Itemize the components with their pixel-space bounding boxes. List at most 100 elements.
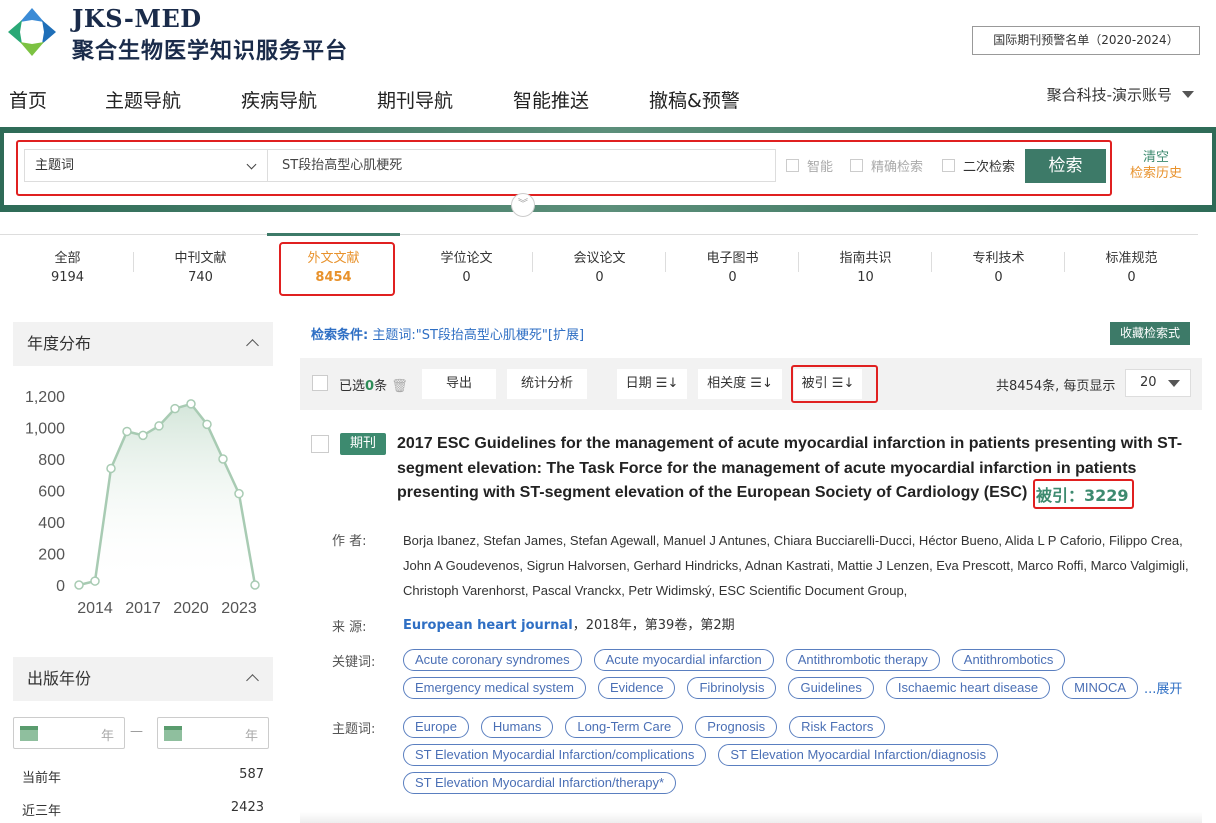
range-dash: — — [130, 724, 143, 739]
data-point — [250, 580, 260, 590]
x-tick-label: 2014 — [77, 600, 113, 617]
stat-value: 587 — [239, 767, 264, 782]
trash-icon[interactable]: 🗑 — [391, 379, 408, 394]
expand-keywords-link[interactable]: ...展开 — [1144, 678, 1182, 697]
double-chevron-down-icon[interactable]: ︾ — [511, 193, 535, 217]
selected-number: 0 — [365, 379, 375, 394]
tab-count: 0 — [1127, 270, 1136, 285]
authors-label: 作 者: — [332, 534, 367, 549]
y-tick-label: 200 — [38, 547, 65, 564]
select-all-checkbox[interactable] — [312, 375, 328, 391]
clear-history-link[interactable]: 清空 检索历史 — [1130, 150, 1182, 182]
history-label: 检索历史 — [1130, 166, 1183, 181]
pub-year-header[interactable]: 出版年份 — [13, 657, 273, 701]
export-button[interactable]: 导出 — [422, 369, 496, 399]
keyword-tag[interactable]: Emergency medical system — [403, 677, 586, 699]
tab-conference[interactable]: 会议论文 0 — [533, 247, 666, 285]
nav-disease[interactable]: 疾病导航 — [241, 86, 317, 113]
keyword-tag[interactable]: Antithrombotics — [951, 649, 1066, 671]
save-query-button[interactable]: 收藏检索式 — [1110, 322, 1190, 345]
nav-retraction[interactable]: 撤稿&预警 — [649, 86, 740, 113]
tab-label: 标准规范 — [1105, 251, 1158, 266]
journal-link[interactable]: European heart journal — [403, 618, 573, 633]
keyword-tag[interactable]: Guidelines — [788, 677, 874, 699]
year-distribution-chart: 0 200 400 600 800 1,000 1,200 2014 2017 2020 2023 — [25, 389, 260, 617]
chevron-up-icon[interactable] — [246, 674, 259, 687]
tab-count: 9194 — [50, 270, 85, 285]
sort-relevance-button[interactable]: 相关度 ☰↓ — [698, 369, 782, 399]
data-point — [170, 403, 180, 414]
keyword-tag[interactable]: Ischaemic heart disease — [885, 677, 1051, 699]
sort-date-button[interactable]: 日期 ☰↓ — [617, 369, 687, 399]
per-page-select[interactable]: 20 — [1125, 369, 1191, 397]
highlight-box — [1033, 479, 1134, 509]
keyword-tag[interactable]: Evidence — [597, 677, 676, 699]
subject-tag[interactable]: Humans — [480, 716, 554, 738]
tab-count: 10 — [857, 270, 874, 285]
tab-label: 学位论文 — [440, 251, 493, 266]
year-to-input[interactable]: 年 — [157, 717, 269, 749]
data-point — [234, 488, 244, 499]
item-checkbox[interactable] — [311, 435, 329, 453]
nav-home[interactable]: 首页 — [9, 86, 47, 113]
clear-label: 清空 — [1143, 150, 1170, 165]
keyword-tag[interactable]: Fibrinolysis — [687, 677, 777, 699]
data-point — [154, 421, 164, 431]
next-item-edge — [300, 812, 1202, 823]
subject-tag[interactable]: Long-Term Care — [565, 716, 684, 738]
per-page-value: 20 — [1140, 375, 1157, 390]
tab-count: 0 — [994, 270, 1003, 285]
total-count: 共8454条, 每页显示 — [996, 379, 1116, 394]
account-name: 聚合科技-演示账号 — [1046, 86, 1172, 104]
keyword-tag[interactable]: MINOCA — [1062, 677, 1139, 699]
data-point — [202, 419, 212, 430]
selected-count: 已选0条 🗑 — [339, 375, 408, 394]
keyword-tag[interactable]: Antithrombotic therapy — [785, 649, 940, 671]
stat-current-year[interactable]: 当前年 587 — [22, 767, 264, 786]
tab-ebook[interactable]: 电子图书 0 — [666, 247, 799, 285]
source-label: 来 源: — [332, 620, 367, 635]
tab-chinese[interactable]: 中刊文献 740 — [134, 247, 267, 285]
keyword-tag[interactable]: Acute myocardial infarction — [593, 649, 774, 671]
tab-patent[interactable]: 专利技术 0 — [932, 247, 1065, 285]
authors-list[interactable]: Borja Ibanez, Stefan James, Stefan Agewa… — [403, 528, 1193, 603]
y-tick-label: 0 — [56, 578, 65, 595]
subject-tag[interactable]: Prognosis — [695, 716, 778, 738]
stat-label: 当前年 — [22, 771, 62, 786]
x-tick-label: 2020 — [173, 600, 209, 617]
chevron-down-icon — [1168, 380, 1180, 387]
tab-label: 中刊文献 — [174, 251, 227, 266]
data-point — [186, 399, 196, 409]
chevron-up-icon[interactable] — [246, 339, 259, 352]
tab-label: 专利技术 — [972, 251, 1025, 266]
subject-tag[interactable]: Risk Factors — [789, 716, 886, 738]
year-from-input[interactable]: 年 — [13, 717, 125, 749]
tab-standard[interactable]: 标准规范 0 — [1065, 247, 1198, 285]
data-point — [90, 576, 100, 586]
subjects-label: 主题词: — [332, 722, 376, 737]
tab-label: 全部 — [54, 251, 81, 266]
warning-list-button[interactable]: 国际期刊预警名单（2020-2024） — [972, 26, 1200, 55]
keyword-tag[interactable]: Acute coronary syndromes — [403, 649, 582, 671]
subject-tag[interactable]: Europe — [403, 716, 469, 738]
source-info: European heart journal，2018年，第39卷，第2期 — [403, 614, 735, 633]
subject-tag[interactable]: ST Elevation Myocardial Infarction/compl… — [403, 744, 707, 766]
stat-last-three-years[interactable]: 近三年 2423 — [22, 800, 264, 819]
subject-tag[interactable]: ST Elevation Myocardial Infarction/thera… — [403, 772, 677, 794]
tab-count: 740 — [188, 270, 213, 285]
area-fill — [79, 403, 255, 585]
selected-prefix: 已选 — [339, 379, 366, 394]
nav-topic[interactable]: 主题导航 — [105, 86, 181, 113]
data-point — [122, 426, 132, 437]
year-distribution-header[interactable]: 年度分布 — [13, 322, 273, 366]
tab-guideline[interactable]: 指南共识 10 — [799, 247, 932, 285]
tab-all[interactable]: 全部 9194 — [1, 247, 134, 285]
nav-push[interactable]: 智能推送 — [513, 86, 589, 113]
selected-suffix: 条 — [374, 379, 388, 394]
tab-thesis[interactable]: 学位论文 0 — [400, 247, 533, 285]
nav-journal[interactable]: 期刊导航 — [377, 86, 453, 113]
tabs-divider — [0, 234, 1198, 235]
account-menu[interactable]: 聚合科技-演示账号 — [1047, 84, 1194, 105]
subject-tag[interactable]: ST Elevation Myocardial Infarction/diagn… — [718, 744, 998, 766]
analysis-button[interactable]: 统计分析 — [507, 369, 587, 399]
